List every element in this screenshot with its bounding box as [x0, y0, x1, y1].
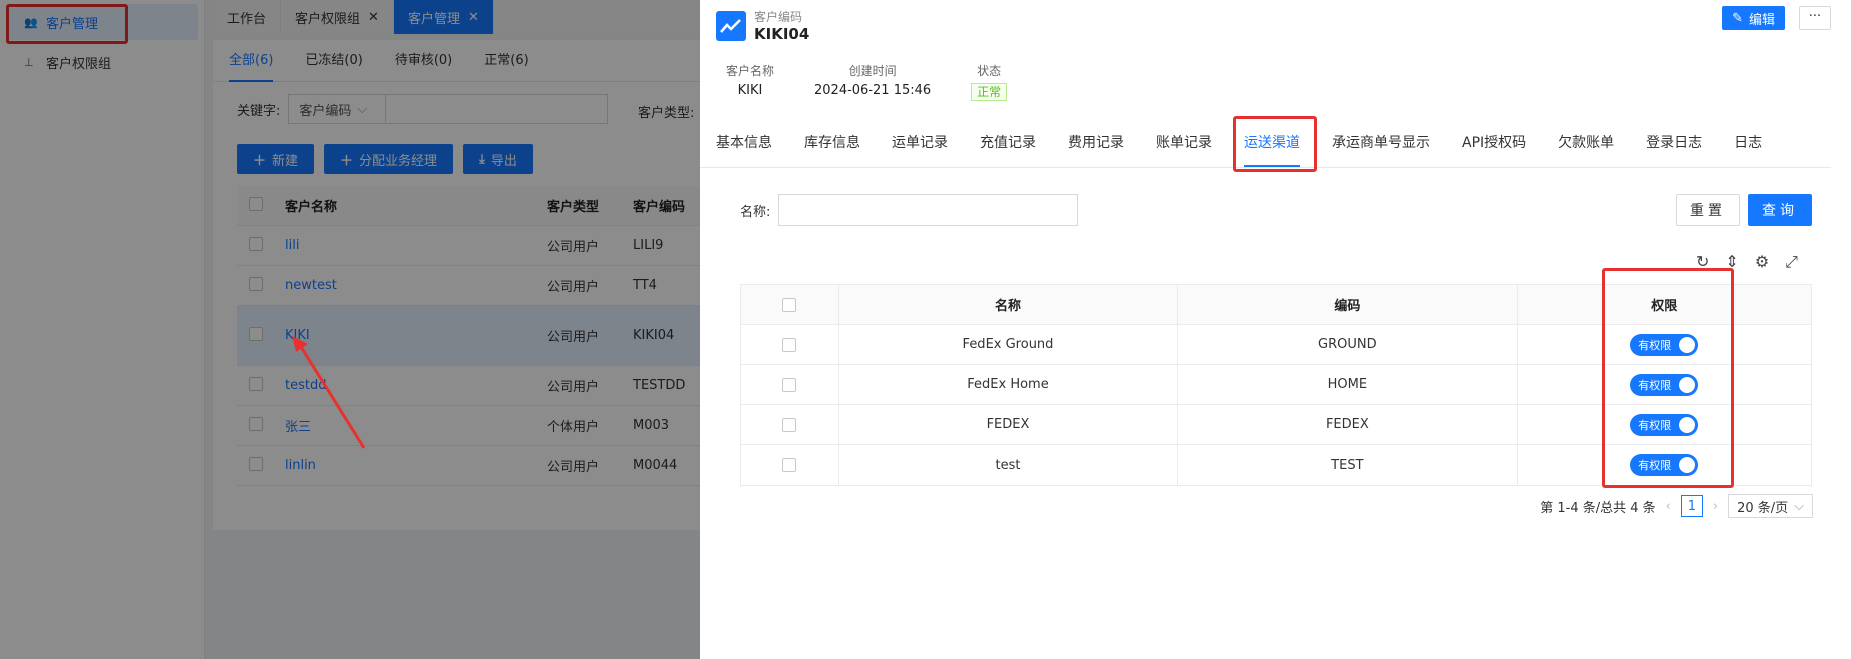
meta-key: 创建时间 [848, 64, 897, 78]
channel-name-cell: FedEx Home [839, 365, 1179, 404]
meta-status: 状态 正常 [971, 62, 1008, 101]
detail-tab[interactable]: 费用记录 [1068, 120, 1124, 167]
button-label: 编辑 [1748, 12, 1775, 28]
pencil-icon: ✎ [1732, 10, 1743, 26]
detail-tab[interactable]: 承运商单号显示 [1332, 120, 1430, 167]
query-button[interactable]: 查询 [1748, 194, 1812, 226]
customer-code-value: KIKI04 [754, 25, 810, 43]
channel-name-cell: FedEx Ground [839, 325, 1179, 364]
trend-icon [716, 10, 746, 41]
detail-tab[interactable]: 欠款账单 [1558, 120, 1614, 167]
select-all-checkbox[interactable] [782, 297, 797, 312]
meta-key: 客户名称 [726, 64, 775, 78]
highlight-box-permission [1602, 268, 1734, 488]
meta-value: 2024-06-21 15:46 [814, 83, 932, 98]
detail-tab[interactable]: 基本信息 [716, 120, 772, 167]
detail-tab[interactable]: 账单记录 [1156, 120, 1212, 167]
status-badge: 正常 [971, 83, 1008, 101]
customer-detail-drawer: 客户编码 KIKI04 ✎ 编辑 ··· 客户名称 KIKI 创建时间 2024-06… [700, 0, 1851, 659]
row-checkbox[interactable] [782, 337, 797, 352]
customer-meta: 客户名称 KIKI 创建时间 2024-06-21 15:46 状态正常 [726, 62, 1008, 101]
name-label: 名称: [740, 204, 771, 220]
channel-code-cell: FEDEX [1178, 405, 1518, 444]
channel-name-cell: FEDEX [839, 405, 1179, 444]
name-input[interactable] [778, 194, 1079, 226]
arrow-annotation [292, 336, 366, 449]
detail-tab[interactable]: 充值记录 [980, 120, 1036, 167]
page-number[interactable]: 1 [1680, 495, 1703, 517]
page-size-select[interactable]: 20 条/页 ⌵ [1728, 494, 1813, 518]
chevron-down-icon: ⌵ [1794, 498, 1804, 514]
fullscreen-icon[interactable]: ⤢ [1785, 252, 1798, 272]
reset-button[interactable]: 重置 [1676, 194, 1740, 226]
meta-name: 客户名称 KIKI [726, 62, 774, 100]
page-size-value: 20 条/页 [1737, 500, 1789, 516]
meta-key: 状态 [977, 64, 1002, 78]
channel-name-cell: test [839, 445, 1179, 485]
meta-created: 创建时间 2024-06-21 15:46 [814, 62, 931, 100]
next-page-icon[interactable]: › [1713, 499, 1718, 514]
channel-code-cell: HOME [1178, 365, 1518, 404]
edit-button[interactable]: ✎ 编辑 [1722, 6, 1785, 30]
channel-code-cell: GROUND [1178, 325, 1518, 364]
row-checkbox[interactable] [782, 377, 797, 392]
row-checkbox[interactable] [782, 458, 797, 472]
column-header: 编码 [1178, 285, 1518, 324]
modal-overlay[interactable] [0, 0, 700, 659]
row-checkbox[interactable] [782, 417, 797, 432]
customer-code-label: 客户编码 [754, 10, 803, 24]
detail-tab[interactable]: 日志 [1734, 120, 1762, 167]
channel-code-cell: TEST [1178, 445, 1518, 485]
detail-tab[interactable]: 运单记录 [892, 120, 948, 167]
drawer-header: 客户编码 KIKI04 [716, 8, 809, 43]
meta-value: KIKI [737, 83, 763, 98]
name-filter: 名称: [740, 194, 1079, 226]
detail-tab[interactable]: API授权码 [1462, 120, 1526, 167]
prev-page-icon[interactable]: ‹ [1666, 499, 1671, 514]
column-header: 名称 [839, 285, 1179, 324]
detail-tab[interactable]: 库存信息 [804, 120, 860, 167]
pagination: 第 1-4 条/总共 4 条 ‹ 1 › 20 条/页 ⌵ [1540, 494, 1813, 518]
detail-tab[interactable]: 登录日志 [1646, 120, 1702, 167]
pagination-summary: 第 1-4 条/总共 4 条 [1540, 500, 1656, 516]
gear-icon[interactable]: ⚙ [1755, 252, 1769, 272]
highlight-box-tab [1233, 116, 1317, 172]
more-button[interactable]: ··· [1799, 6, 1831, 30]
